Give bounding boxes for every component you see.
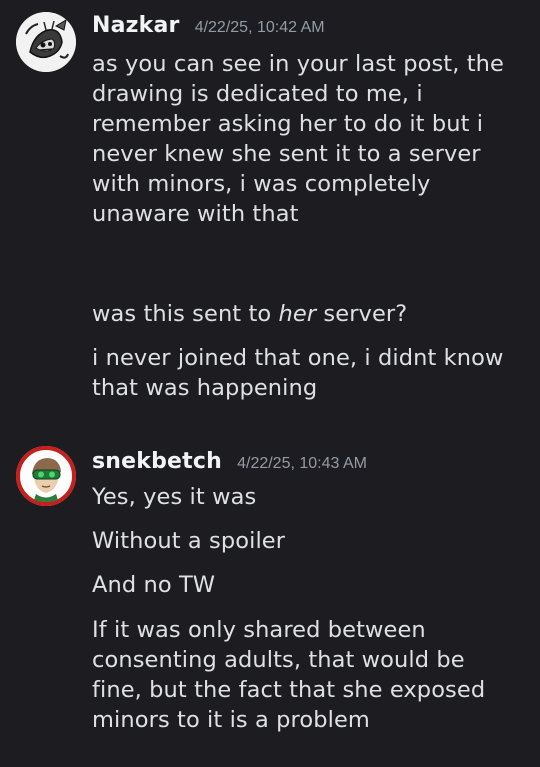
message-line: And no TW: [92, 572, 216, 598]
message-line: i never joined that one, i didnt know: [92, 345, 504, 371]
message-line: with minors, i was completely: [92, 171, 431, 197]
message-header: Nazkar 4/22/25, 10:42 AM: [92, 13, 325, 38]
avatar[interactable]: [16, 446, 76, 506]
message-text: as you can see in your last post, the dr…: [92, 49, 522, 229]
italic-fragment: her: [278, 301, 317, 327]
message-text: Yes, yes it was: [92, 482, 522, 512]
timestamp: 4/22/25, 10:42 AM: [194, 19, 325, 36]
message-line: as you can see in your last post, the: [92, 51, 504, 77]
message-group-nazkar: Nazkar 4/22/25, 10:42 AM as you can see …: [0, 0, 540, 420]
message-text: Without a spoiler: [92, 526, 522, 556]
message-text: If it was only shared between consenting…: [92, 615, 522, 735]
message-line: consenting adults, that would be: [92, 647, 465, 673]
green-goggles-character-avatar-icon: [16, 446, 76, 506]
message-text-followup: was this sent to her server?: [92, 299, 522, 329]
message-line: never knew she sent it to a server: [92, 141, 481, 167]
username[interactable]: Nazkar: [92, 13, 180, 38]
message-line: If it was only shared between: [92, 617, 426, 643]
message-line: drawing is dedicated to me, i: [92, 81, 423, 107]
message-line: Without a spoiler: [92, 528, 286, 554]
message-fragment: server?: [316, 301, 408, 327]
message-fragment: was this sent to: [92, 301, 279, 327]
message-line: unaware with that: [92, 201, 299, 227]
message-header: snekbetch 4/22/25, 10:43 AM: [92, 449, 367, 474]
timestamp: 4/22/25, 10:43 AM: [237, 455, 367, 472]
message-line: remember asking her to do it but i: [92, 111, 484, 137]
message-group-snekbetch: snekbetch 4/22/25, 10:43 AM Yes, yes it …: [0, 430, 540, 767]
avatar[interactable]: [16, 12, 76, 72]
message-line: fine, but the fact that she exposed: [92, 677, 486, 703]
message-line: that was happening: [92, 375, 318, 401]
message-line: was this sent to her server?: [92, 299, 522, 329]
sketch-skull-avatar-icon: [16, 12, 76, 72]
username[interactable]: snekbetch: [92, 449, 222, 474]
message-line: minors to it is a problem: [92, 707, 370, 733]
message-line: Yes, yes it was: [92, 484, 257, 510]
message-text: And no TW: [92, 570, 522, 600]
message-text-second: i never joined that one, i didnt know th…: [92, 343, 522, 403]
